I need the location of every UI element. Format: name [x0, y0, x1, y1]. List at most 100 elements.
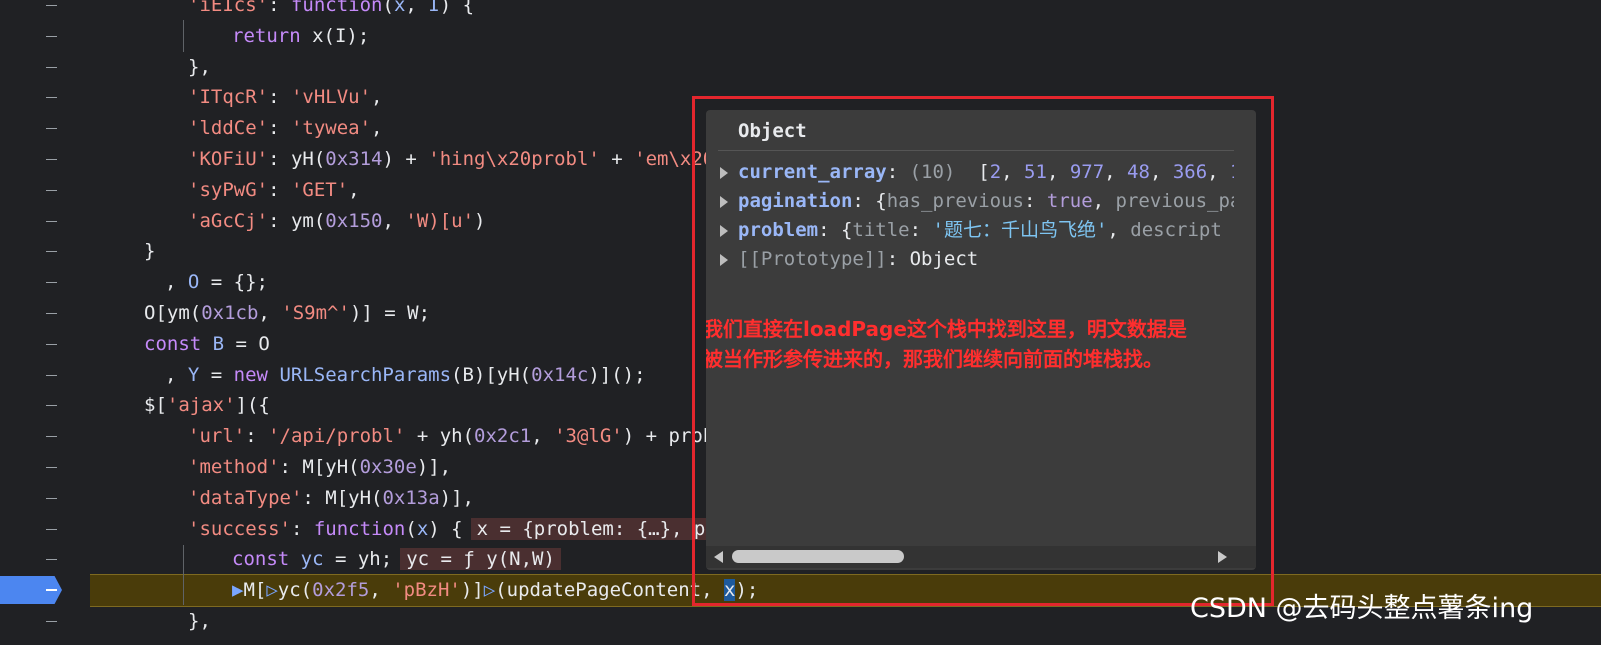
- code-line: }: [144, 236, 155, 266]
- code-token: (B)[yH(: [451, 363, 532, 386]
- gutter-line-marker[interactable]: [46, 621, 57, 622]
- scrollbar-thumb[interactable]: [732, 550, 904, 563]
- scroll-left-icon[interactable]: [714, 551, 723, 563]
- gutter-line-marker[interactable]: [46, 313, 57, 314]
- code-line: 'syPwG': 'GET',: [188, 175, 360, 205]
- gutter-line-marker[interactable]: [46, 374, 57, 376]
- step-marker-icon[interactable]: ▷: [266, 579, 277, 601]
- code-token: ,: [165, 363, 188, 386]
- gutter-line-marker[interactable]: [46, 220, 57, 222]
- gutter-line-marker[interactable]: [46, 97, 57, 99]
- code-line: , O = {};: [165, 267, 268, 297]
- code-token: 'url': [188, 425, 246, 448]
- gutter-line-marker[interactable]: [46, 35, 57, 37]
- code-line: const yc = yh; yc = ƒ y(N,W): [232, 544, 561, 574]
- property-row[interactable]: [[Prototype]]: Object: [720, 245, 1234, 274]
- code-line: 'KOFiU': yH(0x314) + 'hing\x20probl' + '…: [188, 144, 726, 174]
- code-line: 'lddCe': 'tywea',: [188, 113, 383, 143]
- code-token: 0x314: [325, 148, 383, 170]
- code-line: const B = O: [144, 329, 270, 359]
- property-row[interactable]: current_array: (10) [2, 51, 977, 48, 366…: [720, 158, 1234, 187]
- code-line: 'method': M[yH(0x30e)],: [188, 452, 451, 482]
- code-token: 'hing\x20probl': [428, 148, 600, 170]
- property-key: [[Prototype]]: [738, 248, 887, 270]
- property-value-token: : {: [852, 190, 887, 212]
- code-line: $['ajax']({: [144, 390, 270, 420]
- code-token: 'ITqcR': [188, 86, 269, 109]
- gutter-line-marker[interactable]: [46, 436, 57, 438]
- code-line: 'ITqcR': 'vHLVu',: [188, 82, 383, 112]
- gutter-line-marker[interactable]: [46, 405, 57, 407]
- step-marker-icon[interactable]: ▶: [232, 579, 243, 601]
- code-token: 'tywea': [290, 117, 372, 140]
- scroll-right-icon[interactable]: [1218, 551, 1227, 563]
- property-value-token: :: [886, 161, 910, 183]
- code-token: ,: [531, 425, 555, 448]
- inline-value-preview[interactable]: x = {problem: {…}, p: [470, 517, 712, 540]
- gutter-line-marker[interactable]: [46, 128, 57, 130]
- property-value-token: :: [1024, 190, 1047, 212]
- code-token: = O: [224, 332, 270, 355]
- gutter-line-marker[interactable]: [46, 559, 57, 561]
- code-token: function: [290, 0, 383, 16]
- code-token: = yh;: [323, 548, 393, 571]
- line-gutter[interactable]: [0, 0, 90, 645]
- code-token: 'aGcCj': [188, 209, 269, 232]
- inline-value-preview[interactable]: yc = ƒ y(N,W): [400, 548, 561, 571]
- property-row[interactable]: problem: {title: '题七：千山鸟飞绝', descript: [720, 216, 1234, 245]
- gutter-line-marker[interactable]: [46, 467, 57, 468]
- code-token: 'pBzH': [392, 579, 461, 602]
- gutter-line-marker[interactable]: [46, 251, 57, 253]
- gutter-line-marker[interactable]: [46, 343, 57, 345]
- code-token: 'success': [188, 517, 291, 540]
- code-token: 0x2f5: [312, 579, 370, 602]
- code-token: 'dataType': [188, 486, 303, 509]
- gutter-line-marker[interactable]: [46, 5, 57, 6]
- breakpoint-marker[interactable]: [0, 576, 62, 604]
- code-token: 'lddCe': [188, 117, 269, 140]
- code-token: 0x14c: [531, 363, 589, 386]
- code-token[interactable]: x: [723, 579, 736, 602]
- property-value-token: title: [852, 219, 910, 241]
- gutter-line-marker[interactable]: [46, 159, 57, 160]
- code-token: 'iEIcs': [188, 0, 269, 16]
- code-token: (updatePageContent,: [495, 579, 724, 602]
- code-token: yc: [300, 548, 324, 571]
- code-line: },: [188, 606, 211, 636]
- indent-guide: [183, 545, 184, 605]
- code-token: (: [405, 517, 417, 540]
- code-token: Y: [187, 363, 200, 386]
- horizontal-scrollbar[interactable]: [706, 546, 1256, 568]
- expand-triangle-icon[interactable]: [720, 166, 728, 179]
- code-token: : M[yH(: [302, 486, 383, 509]
- property-row[interactable]: pagination: {has_previous: true, previou…: [720, 187, 1234, 216]
- property-value-token: has_previous: [886, 190, 1024, 212]
- gutter-line-marker[interactable]: [46, 497, 57, 499]
- gutter-line-marker[interactable]: [46, 528, 57, 530]
- code-token: : ym(: [268, 209, 326, 232]
- code-token: : M[yH(: [279, 456, 360, 478]
- property-value-token: true: [1046, 190, 1093, 212]
- code-token: 'vHLVu': [290, 86, 372, 109]
- popover-divider: [718, 150, 1234, 151]
- gutter-line-marker[interactable]: [46, 66, 57, 68]
- gutter-line-marker[interactable]: [46, 189, 57, 191]
- code-token: :: [268, 117, 291, 140]
- code-token: + yh(: [405, 425, 475, 448]
- property-value-token: 16: [1230, 161, 1234, 183]
- step-marker-icon[interactable]: ▷: [484, 579, 495, 601]
- code-token: 'GET': [290, 178, 349, 201]
- annotation-line-1: 我们直接在loadPage这个栈中找到这里，明文数据是: [706, 317, 1187, 341]
- object-preview-popover[interactable]: Object current_array: (10) [2, 51, 977, …: [706, 110, 1256, 570]
- expand-triangle-icon[interactable]: [720, 195, 728, 208]
- property-value-token: 366: [1172, 161, 1208, 183]
- code-line: , Y = new URLSearchParams(B)[yH(0x14c)](…: [165, 360, 646, 390]
- code-token: ]({: [235, 394, 270, 417]
- property-value-token: (10): [909, 161, 956, 183]
- property-value-token: ,: [1092, 190, 1116, 212]
- gutter-line-marker[interactable]: [46, 282, 57, 284]
- expand-triangle-icon[interactable]: [720, 224, 728, 237]
- code-token: )] = W;: [349, 302, 431, 324]
- expand-triangle-icon[interactable]: [720, 253, 728, 266]
